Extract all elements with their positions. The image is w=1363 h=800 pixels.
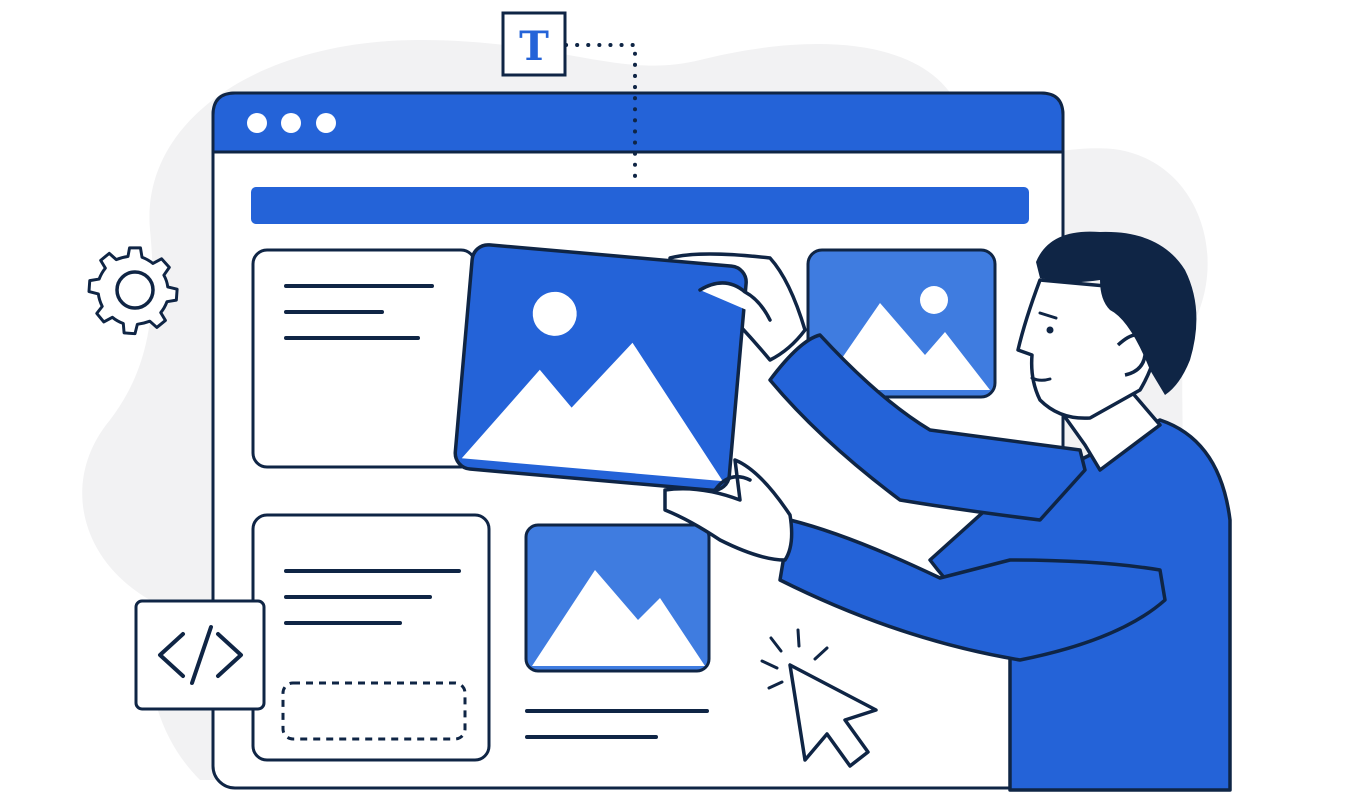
sun-icon [920, 286, 948, 314]
window-titlebar [211, 91, 1065, 154]
window-dot[interactable] [247, 113, 267, 133]
web-builder-illustration: T [82, 11, 1232, 792]
code-icon[interactable] [134, 599, 266, 711]
header-bar [251, 187, 1029, 224]
window-dot[interactable] [281, 113, 301, 133]
held-image-card[interactable] [453, 243, 748, 493]
window-dot[interactable] [316, 113, 336, 133]
text-tool-glyph: T [519, 23, 549, 70]
gear-icon[interactable] [87, 246, 179, 336]
text-tool-icon[interactable]: T [501, 11, 567, 77]
text-card-bottom [251, 513, 491, 762]
text-card-top [251, 248, 477, 469]
